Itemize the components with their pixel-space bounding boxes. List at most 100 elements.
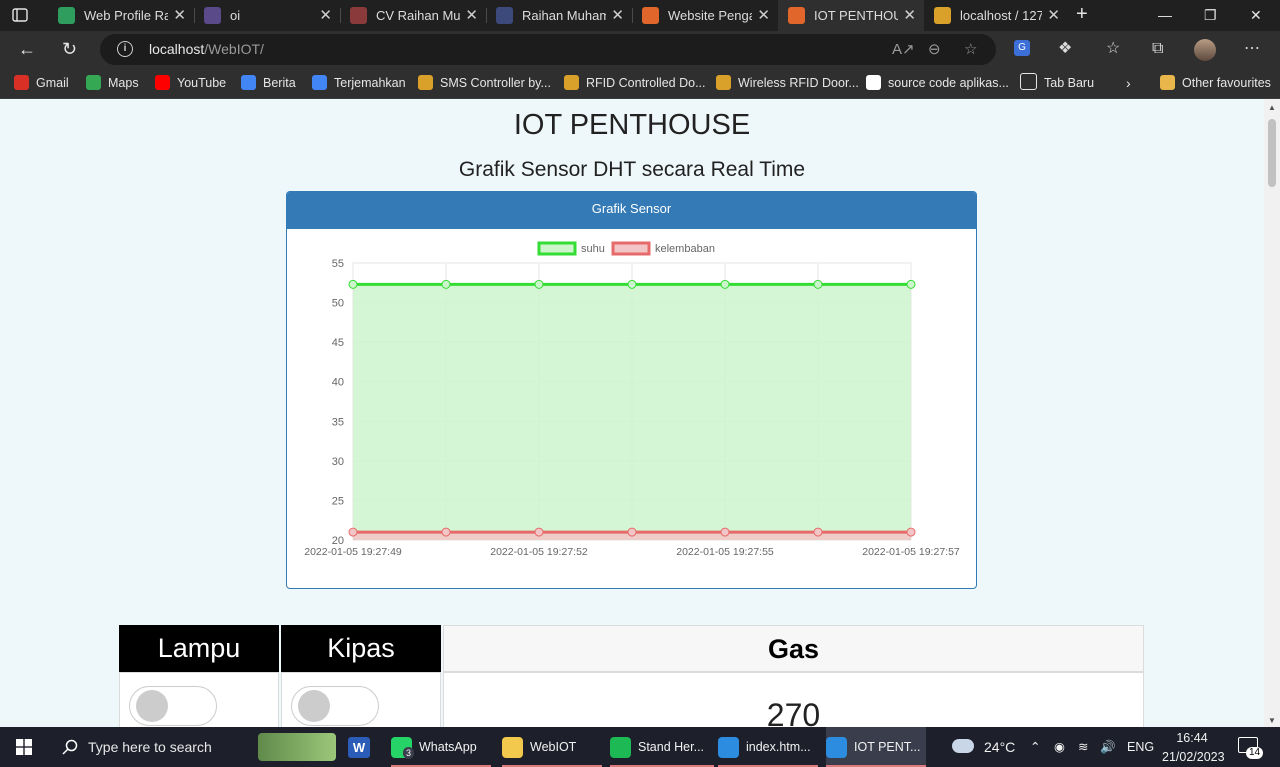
tab-favicon-icon	[496, 7, 513, 24]
tab-title: Web Profile Ra	[84, 8, 168, 23]
more-menu-icon[interactable]: ⋯	[1244, 40, 1260, 58]
browser-tab[interactable]: Raihan Muham ✕	[486, 0, 632, 31]
other-favourites[interactable]: Other favourites	[1160, 68, 1271, 98]
back-icon[interactable]: ←	[18, 39, 36, 59]
clock-date: 21/02/2023	[1162, 750, 1225, 764]
wifi-icon[interactable]: ≋	[1078, 727, 1088, 767]
collections-icon[interactable]: ⧉	[1152, 40, 1163, 58]
favourites-icon[interactable]: ☆	[1106, 40, 1120, 58]
bookmark-item[interactable]: Terjemahkan	[312, 68, 406, 98]
taskbar-app[interactable]: IOT PENT...	[826, 727, 926, 767]
y-tick-label: 40	[332, 377, 344, 389]
lampu-toggle[interactable]	[129, 686, 217, 726]
bookmark-favicon-icon	[86, 75, 101, 90]
meet-now-icon[interactable]: ◉	[1054, 727, 1065, 767]
tab-favicon-icon	[350, 7, 367, 24]
close-window-button[interactable]: ✕	[1250, 0, 1262, 31]
data-point	[720, 279, 730, 289]
browser-tab[interactable]: IOT PENTHOUS ✕	[778, 0, 924, 31]
profile-avatar[interactable]	[1194, 39, 1216, 61]
browser-tab[interactable]: CV Raihan Muh ✕	[340, 0, 486, 31]
bookmark-favicon-icon	[418, 75, 433, 90]
tab-close-icon[interactable]: ✕	[903, 0, 916, 31]
restore-button[interactable]: ❐	[1204, 0, 1217, 31]
series-area	[353, 284, 911, 540]
translate-icon[interactable]: G	[1014, 40, 1030, 56]
bookmark-label: Terjemahkan	[334, 76, 406, 90]
x-tick-label: 2022-01-05 19:27:57	[862, 546, 960, 558]
bookmark-favicon-icon	[564, 75, 579, 90]
site-info-icon[interactable]: i	[117, 41, 133, 57]
address-bar[interactable]: i localhost/WebIOT/ A↗ ⊖ ☆	[100, 34, 996, 65]
bookmark-favicon-icon	[866, 75, 881, 90]
folder-icon	[1160, 75, 1175, 90]
clock[interactable]: 16:44 21/02/2023	[1162, 731, 1225, 764]
browser-tab[interactable]: oi ✕	[194, 0, 340, 31]
app-label: Stand Her...	[638, 740, 705, 754]
news-widget-icon[interactable]	[258, 733, 336, 761]
bookmark-item[interactable]: Wireless RFID Door...	[716, 68, 859, 98]
weather-temp[interactable]: 24°C	[984, 727, 1015, 767]
url-text[interactable]: localhost/WebIOT/	[149, 34, 264, 65]
input-language[interactable]: ENG	[1127, 727, 1154, 767]
legend-swatch	[537, 241, 577, 256]
notification-center[interactable]: 14	[1238, 727, 1264, 767]
toggle-knob	[136, 690, 168, 722]
scroll-down-arrow-icon[interactable]: ▼	[1268, 716, 1276, 725]
tab-close-icon[interactable]: ✕	[465, 0, 478, 31]
data-point	[534, 527, 544, 537]
bookmarks-overflow-chevron-icon[interactable]: ›	[1126, 68, 1131, 98]
tab-close-icon[interactable]: ✕	[757, 0, 770, 31]
tab-actions-icon[interactable]	[12, 7, 28, 23]
browser-tab[interactable]: Website Penga ✕	[632, 0, 778, 31]
app-label: WhatsApp	[419, 740, 477, 754]
favourite-star-icon[interactable]: ☆	[964, 40, 977, 58]
scrollbar-thumb[interactable]	[1268, 119, 1276, 187]
legend-label: suhu	[581, 243, 605, 255]
app-icon	[610, 737, 631, 758]
bookmark-item[interactable]: SMS Controller by...	[418, 68, 551, 98]
new-tab-button[interactable]: +	[1076, 0, 1088, 29]
bookmark-item[interactable]: Berita	[241, 68, 296, 98]
read-aloud-icon[interactable]: A↗	[892, 40, 915, 58]
volume-icon[interactable]: 🔊	[1100, 727, 1116, 767]
x-tick-label: 2022-01-05 19:27:55	[676, 546, 774, 558]
tab-close-icon[interactable]: ✕	[611, 0, 624, 31]
windows-start-icon[interactable]	[16, 739, 32, 755]
data-point	[906, 279, 916, 289]
clock-time: 16:44	[1176, 731, 1208, 745]
taskbar-app[interactable]: index.htm...	[718, 727, 818, 767]
minimize-button[interactable]: —	[1158, 0, 1172, 31]
tab-close-icon[interactable]: ✕	[173, 0, 186, 31]
refresh-icon[interactable]: ↻	[62, 39, 77, 59]
data-point	[720, 527, 730, 537]
taskbar-app[interactable]: WhatsApp 3	[391, 727, 491, 767]
bookmark-label: RFID Controlled Do...	[586, 76, 706, 90]
bookmark-item[interactable]: RFID Controlled Do...	[564, 68, 705, 98]
extensions-icon[interactable]: ❖	[1058, 40, 1072, 58]
taskbar-app[interactable]: WebIOT	[502, 727, 602, 767]
app-icon	[502, 737, 523, 758]
show-hidden-icons-chevron-icon[interactable]: ⌃	[1030, 727, 1040, 767]
page-scrollbar[interactable]: ▲ ▼	[1264, 99, 1280, 727]
kipas-toggle[interactable]	[291, 686, 379, 726]
scroll-up-arrow-icon[interactable]: ▲	[1268, 103, 1276, 112]
bookmark-item[interactable]: Gmail	[14, 68, 69, 98]
bookmark-item[interactable]: Tab Baru	[1020, 68, 1094, 98]
bookmark-item[interactable]: Maps	[86, 68, 139, 98]
data-point	[813, 527, 823, 537]
browser-tab[interactable]: localhost / 127 ✕	[924, 0, 1068, 31]
page-title: IOT PENTHOUSE	[513, 109, 751, 141]
y-tick-label: 55	[332, 258, 344, 270]
weather-icon[interactable]	[952, 727, 974, 767]
tab-close-icon[interactable]: ✕	[319, 0, 332, 31]
word-app-icon[interactable]: W	[348, 737, 370, 758]
taskbar-app[interactable]: Stand Her...	[610, 727, 714, 767]
tab-close-icon[interactable]: ✕	[1047, 0, 1060, 31]
zoom-out-icon[interactable]: ⊖	[928, 40, 941, 58]
taskbar-search[interactable]: Type here to search	[48, 727, 248, 767]
bookmark-item[interactable]: source code aplikas...	[866, 68, 1009, 98]
tab-title: Website Penga	[668, 8, 752, 23]
browser-tab[interactable]: Web Profile Ra ✕	[48, 0, 194, 31]
bookmark-item[interactable]: YouTube	[155, 68, 226, 98]
